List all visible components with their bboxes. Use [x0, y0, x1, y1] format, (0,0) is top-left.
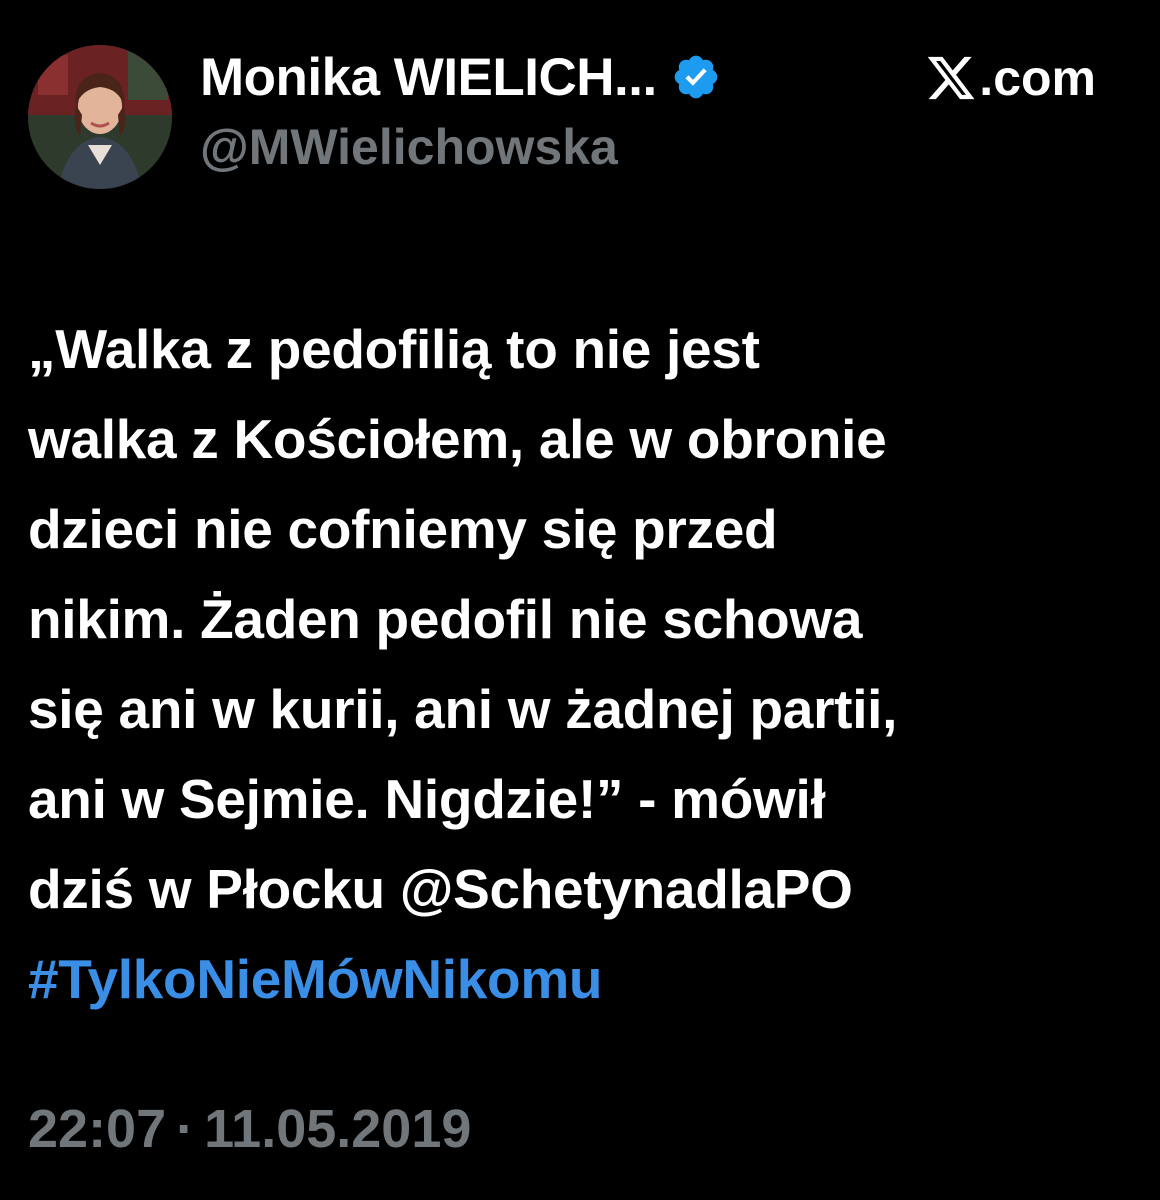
source-x-com[interactable]: .com [925, 46, 1096, 110]
timestamp-separator: · [176, 1099, 195, 1159]
author-handle[interactable]: @MWielichowska [200, 118, 840, 176]
verified-badge-icon[interactable] [671, 52, 721, 102]
x-logo-icon [928, 56, 975, 100]
tweet-date: 11.05.2019 [204, 1099, 472, 1159]
tweet-line-text: dziś w Płocku [28, 858, 400, 920]
mention-link[interactable]: @SchetynadlaPO [400, 858, 853, 920]
avatar-photo [28, 45, 172, 189]
author-display-name[interactable]: Monika WIELICH... [200, 47, 657, 108]
tweet-time: 22:07 [28, 1099, 167, 1159]
author-block: Monika WIELICH... @MWielichowska [200, 40, 840, 176]
tweet-line: dzieci nie cofniemy się przed [28, 498, 778, 560]
tweet-line: „Walka z pedofilią to nie jest [28, 318, 760, 380]
tweet-line: ani w Sejmie. Nigdzie!” - mówił [28, 768, 826, 830]
tweet-card: Monika WIELICH... @MWielichowska .com „W… [0, 0, 1160, 1200]
tweet-header: Monika WIELICH... @MWielichowska .com [28, 40, 1132, 200]
tweet-text: „Walka z pedofilią to nie jest walka z K… [28, 304, 1138, 1024]
display-name-row: Monika WIELICH... [200, 40, 840, 114]
hashtag-link[interactable]: #TylkoNieMówNikomu [28, 934, 1138, 1024]
avatar[interactable] [28, 45, 172, 189]
source-text: .com [979, 50, 1096, 106]
timestamp[interactable]: 22:07 · 11.05.2019 [28, 1098, 471, 1160]
tweet-line: nikim. Żaden pedofil nie schowa [28, 588, 863, 650]
tweet-line-with-mention: dziś w Płocku @SchetynadlaPO [28, 844, 1138, 934]
tweet-line: się ani w kurii, ani w żadnej partii, [28, 678, 898, 740]
tweet-line: walka z Kościołem, ale w obronie [28, 408, 887, 470]
